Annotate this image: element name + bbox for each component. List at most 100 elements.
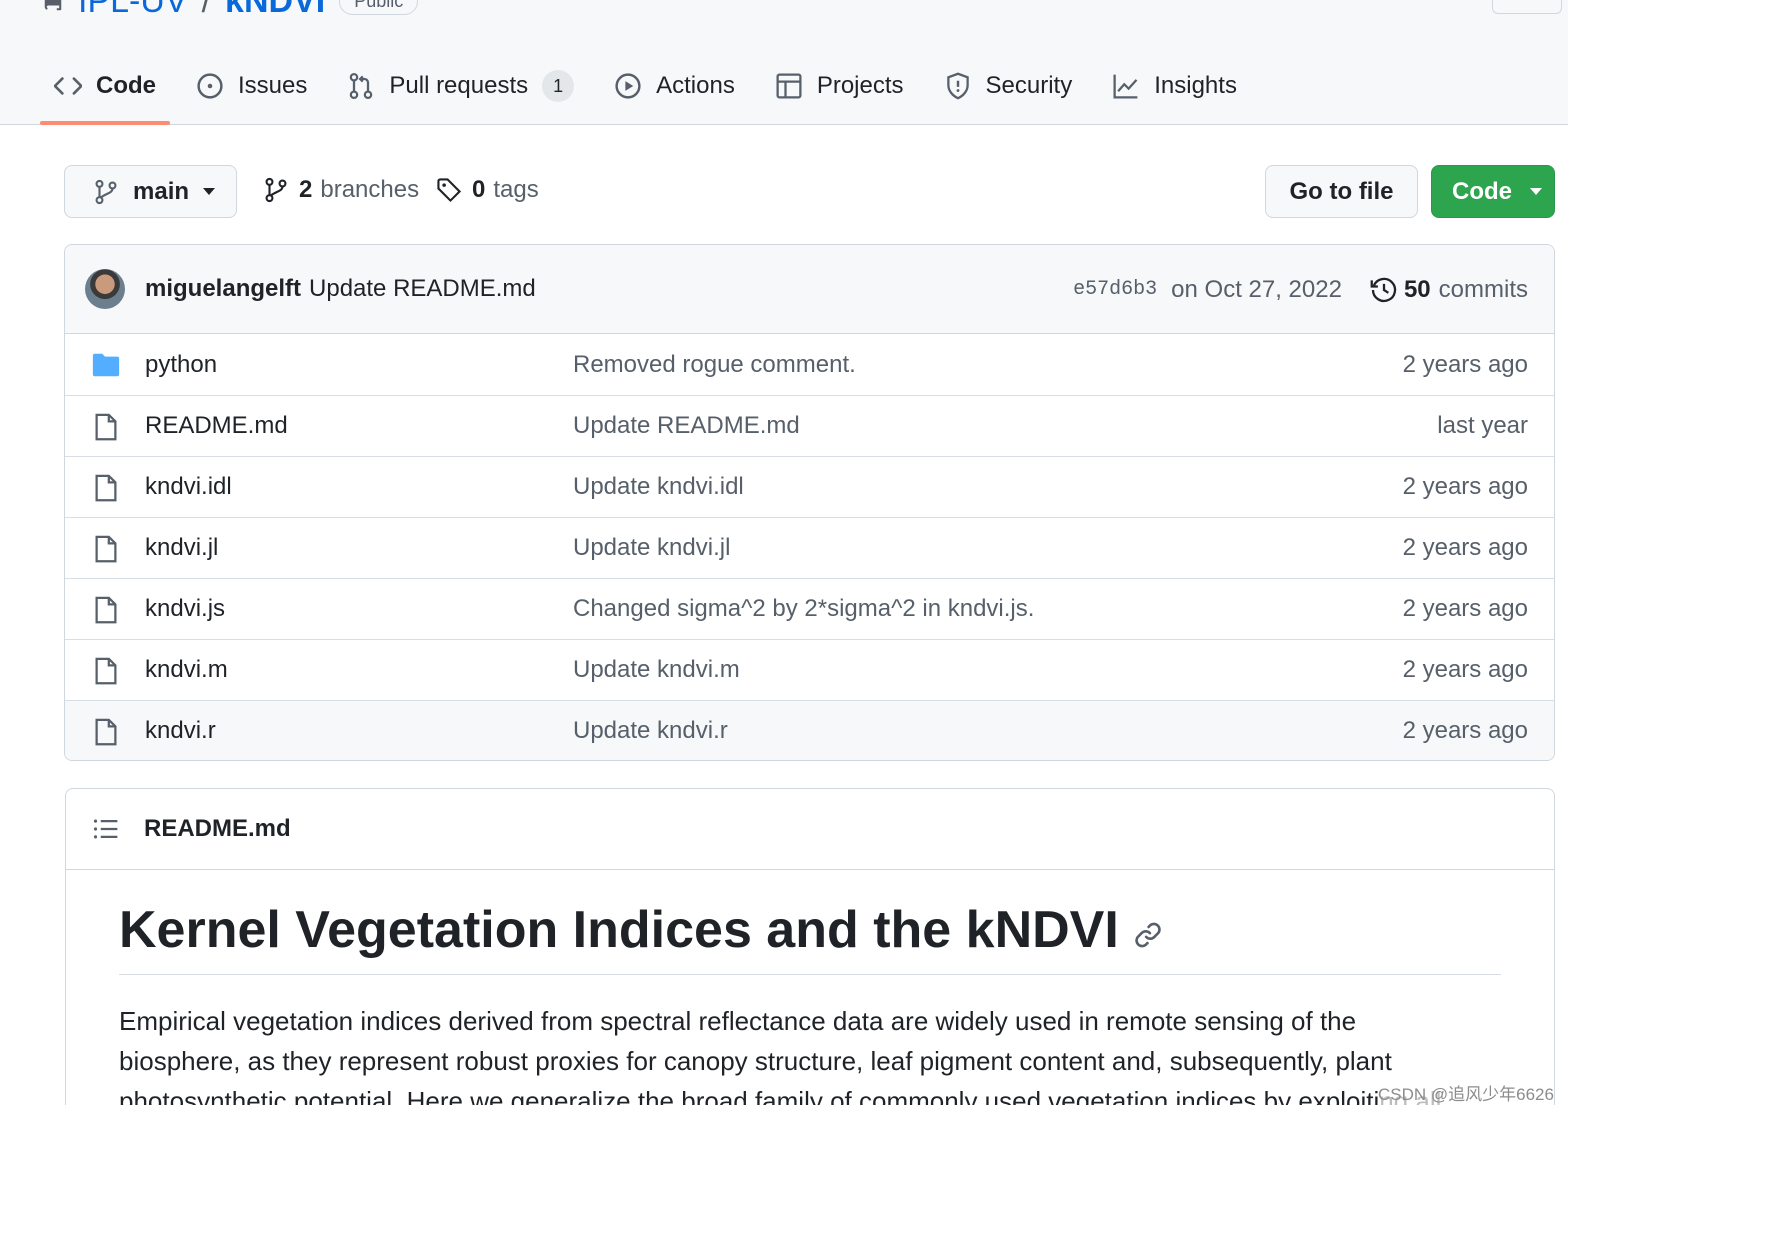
tab-label: Actions <box>656 72 735 99</box>
file-icon <box>95 657 117 685</box>
git-branch-icon <box>265 177 287 203</box>
file-row[interactable]: kndvi.jl Update kndvi.jl 2 years ago <box>65 517 1554 578</box>
commit-message-link[interactable]: Update README.md <box>309 275 536 303</box>
latest-commit-bar: miguelangelft Update README.md e57d6b3 o… <box>65 245 1554 334</box>
readme-content: Kernel Vegetation Indices and the kNDVI … <box>66 870 1554 1105</box>
file-icon <box>95 535 117 563</box>
tab-actions[interactable]: Actions <box>600 58 749 114</box>
tab-issues[interactable]: Issues <box>182 58 321 114</box>
watch-button[interactable] <box>1492 0 1562 14</box>
go-to-file-button[interactable]: Go to file <box>1265 165 1418 218</box>
tab-label: Code <box>96 72 156 99</box>
repo-separator: / <box>201 0 212 20</box>
file-commit-message-link[interactable]: Update kndvi.jl <box>573 534 730 562</box>
tab-code[interactable]: Code <box>40 58 170 125</box>
branch-name: main <box>133 177 190 205</box>
tags-link[interactable]: 0 tags <box>436 176 539 204</box>
file-age: 2 years ago <box>1402 534 1528 561</box>
readme-heading: Kernel Vegetation Indices and the kNDVI <box>119 900 1501 975</box>
file-name-link[interactable]: kndvi.js <box>145 595 225 623</box>
file-row[interactable]: kndvi.r Update kndvi.r 2 years ago <box>65 700 1554 760</box>
file-commit-message-link[interactable]: Removed rogue comment. <box>573 351 856 379</box>
file-name-link[interactable]: kndvi.r <box>145 717 216 745</box>
history-icon <box>1370 277 1397 302</box>
avatar[interactable] <box>85 269 125 309</box>
chevron-down-icon <box>1530 188 1542 195</box>
file-age: 2 years ago <box>1402 717 1528 744</box>
file-list: python Removed rogue comment. 2 years ag… <box>65 334 1554 760</box>
readme-paragraph: Empirical vegetation indices derived fro… <box>119 1006 1442 1105</box>
file-name-link[interactable]: python <box>145 351 217 379</box>
file-icon <box>95 413 117 441</box>
repo-tabs: Code Issues Pull requests 1 Actions Proj… <box>40 58 1263 125</box>
blank-area <box>0 1105 1768 1250</box>
watermark: CSDN @追风少年6626 <box>1378 1080 1554 1105</box>
file-age: 2 years ago <box>1402 656 1528 683</box>
file-icon <box>95 596 117 624</box>
repo-header: IPL-UV / kNDVI Public Code Issues Pull r… <box>0 0 1568 125</box>
file-commit-message-link[interactable]: Changed sigma^2 by 2*sigma^2 in kndvi.js… <box>573 595 1034 623</box>
pull-request-icon <box>347 72 375 100</box>
branches-label: branches <box>320 176 420 203</box>
file-commit-message-link[interactable]: Update README.md <box>573 412 800 440</box>
commits-label: commits <box>1438 275 1528 303</box>
file-name-link[interactable]: README.md <box>145 412 288 440</box>
file-icon <box>95 474 117 502</box>
commit-sha-link[interactable]: e57d6b3 <box>1073 278 1157 301</box>
commit-date: on Oct 27, 2022 <box>1171 275 1342 303</box>
repo-owner-link[interactable]: IPL-UV <box>78 0 188 21</box>
list-unordered-icon[interactable] <box>92 815 120 843</box>
readme-filename: README.md <box>144 815 291 842</box>
file-commit-message-link[interactable]: Update kndvi.idl <box>573 473 744 501</box>
tab-pull-requests[interactable]: Pull requests 1 <box>333 58 588 114</box>
file-icon <box>95 718 117 746</box>
file-row[interactable]: README.md Update README.md last year <box>65 395 1554 456</box>
chevron-down-icon <box>203 188 216 195</box>
file-age: last year <box>1437 412 1528 439</box>
code-dropdown-button[interactable]: Code <box>1431 165 1555 218</box>
issue-icon <box>196 72 224 100</box>
file-row[interactable]: kndvi.js Changed sigma^2 by 2*sigma^2 in… <box>65 578 1554 639</box>
branch-select-button[interactable]: main <box>64 165 237 218</box>
file-name-link[interactable]: kndvi.jl <box>145 534 218 562</box>
file-browser: miguelangelft Update README.md e57d6b3 o… <box>64 244 1555 761</box>
file-row[interactable]: kndvi.idl Update kndvi.idl 2 years ago <box>65 456 1554 517</box>
file-row[interactable]: python Removed rogue comment. 2 years ag… <box>65 334 1554 395</box>
tab-insights[interactable]: Insights <box>1098 58 1251 114</box>
repo-icon <box>44 0 62 10</box>
readme-panel: README.md Kernel Vegetation Indices and … <box>65 788 1555 1105</box>
branches-link[interactable]: 2 branches <box>263 176 419 204</box>
readme-heading-text: Kernel Vegetation Indices and the kNDVI <box>119 901 1119 959</box>
commits-history-link[interactable]: 50 commits <box>1370 276 1528 304</box>
tab-label: Projects <box>816 72 904 99</box>
play-icon <box>614 72 642 100</box>
shield-icon <box>944 72 972 100</box>
file-name-link[interactable]: kndvi.m <box>145 656 228 684</box>
table-icon <box>775 72 803 100</box>
pull-requests-counter: 1 <box>542 70 575 102</box>
git-branch-icon <box>95 179 117 204</box>
link-icon[interactable] <box>1133 920 1163 950</box>
tab-security[interactable]: Security <box>930 58 1087 114</box>
file-commit-message-link[interactable]: Update kndvi.m <box>573 656 740 684</box>
code-button-label: Code <box>1452 177 1512 205</box>
tab-projects[interactable]: Projects <box>761 58 918 114</box>
repo-title: IPL-UV / kNDVI Public <box>42 0 419 21</box>
tab-label: Issues <box>238 72 308 99</box>
visibility-badge: Public <box>339 0 419 15</box>
file-name-link[interactable]: kndvi.idl <box>145 473 232 501</box>
file-age: 2 years ago <box>1402 595 1528 622</box>
file-row[interactable]: kndvi.m Update kndvi.m 2 years ago <box>65 639 1554 700</box>
commit-meta: e57d6b3 on Oct 27, 2022 50 commits <box>1073 245 1528 334</box>
folder-icon <box>92 353 120 377</box>
tags-count: 0 <box>472 176 486 203</box>
branches-count: 2 <box>299 176 313 203</box>
code-icon <box>54 72 82 100</box>
commit-author-link[interactable]: miguelangelft <box>145 275 301 303</box>
file-commit-message-link[interactable]: Update kndvi.r <box>573 717 728 745</box>
tags-label: tags <box>493 176 539 203</box>
commits-count: 50 <box>1403 275 1431 303</box>
repo-name-link[interactable]: kNDVI <box>225 0 325 21</box>
tab-label: Security <box>985 72 1073 99</box>
tab-label: Pull requests <box>389 72 529 99</box>
